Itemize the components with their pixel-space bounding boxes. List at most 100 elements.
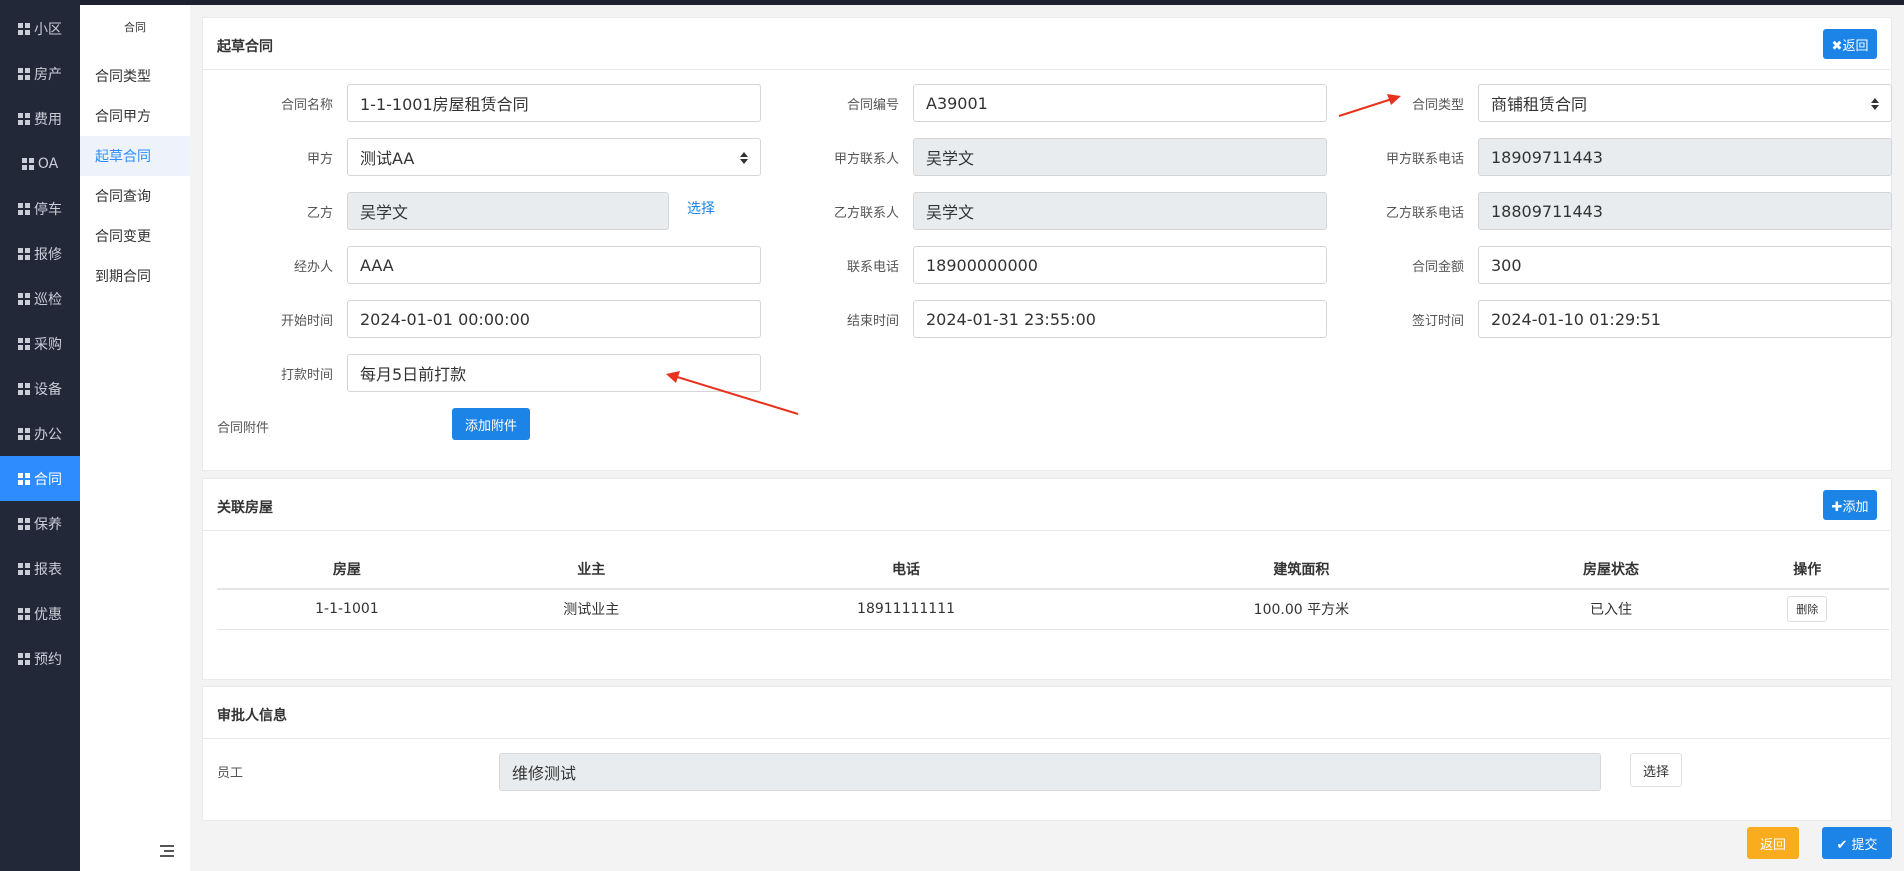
party-b-phone-label: 乙方联系电话 <box>1385 206 1464 221</box>
subnav-item-change[interactable]: 合同变更 <box>80 216 190 256</box>
party-a-select[interactable]: 测试AA <box>347 138 761 176</box>
subnav-item-query[interactable]: 合同查询 <box>80 176 190 216</box>
attachment-label: 合同附件 <box>217 421 270 436</box>
main-sidebar: 小区 房产 费用 OA 停车 报修 巡检 采购 设备 办公 合同 保养 报表 优… <box>0 0 80 871</box>
contract-name-label: 合同名称 <box>280 98 333 113</box>
panel-header: 起草合同 ✖返回 <box>203 18 1891 70</box>
grid-icon <box>18 247 30 260</box>
party-a-phone-label: 甲方联系电话 <box>1385 152 1464 167</box>
grid-icon <box>18 22 30 35</box>
area-cell: 100.00 平方米 <box>1106 589 1497 630</box>
top-bar <box>0 0 1904 5</box>
delete-button[interactable]: 删除 <box>1787 596 1828 623</box>
footer-back-button[interactable]: 返回 <box>1747 827 1799 859</box>
column-header: 电话 <box>705 549 1107 590</box>
panel-title: 审批人信息 <box>217 708 287 724</box>
grid-icon <box>18 607 30 620</box>
nav-item-repair[interactable]: 报修 <box>0 231 80 276</box>
contract-type-select[interactable]: 商铺租赁合同 <box>1478 84 1892 122</box>
grid-icon <box>21 157 34 170</box>
amount-label: 合同金额 <box>1411 260 1464 275</box>
column-header: 建筑面积 <box>1106 549 1497 590</box>
column-header: 房屋 <box>217 549 477 590</box>
nav-item-inspection[interactable]: 巡检 <box>0 276 80 321</box>
grid-icon <box>18 337 30 350</box>
party-b-phone-input: 18809711443 <box>1478 192 1892 230</box>
draft-contract-panel: 起草合同 ✖返回 合同名称 1-1-1001房屋租赁合同 合同编号 A39001… <box>202 17 1892 471</box>
panel-title: 起草合同 <box>217 39 273 55</box>
employee-select-button[interactable]: 选择 <box>1630 753 1682 787</box>
add-attachment-button[interactable]: 添加附件 <box>452 408 530 440</box>
nav-item-oa[interactable]: OA <box>0 141 80 186</box>
nav-item-report[interactable]: 报表 <box>0 546 80 591</box>
party-b-label: 乙方 <box>306 206 333 221</box>
panel-header: 关联房屋 ✚添加 <box>203 479 1891 531</box>
sub-sidebar-title: 合同 <box>124 21 146 34</box>
nav-item-property[interactable]: 房产 <box>0 51 80 96</box>
subnav-item-draft[interactable]: 起草合同 <box>80 136 190 176</box>
grid-icon <box>18 562 30 575</box>
end-time-input[interactable]: 2024-01-31 23:55:00 <box>913 300 1327 338</box>
table-row: 1-1-1001 测试业主 18911111111 100.00 平方米 已入住… <box>217 589 1889 630</box>
nav-item-purchase[interactable]: 采购 <box>0 321 80 366</box>
start-time-label: 开始时间 <box>280 314 333 329</box>
contract-no-input[interactable]: A39001 <box>913 84 1327 122</box>
subnav-item-expired[interactable]: 到期合同 <box>80 256 190 296</box>
party-b-contact-input: 吴学文 <box>913 192 1327 230</box>
nav-item-fee[interactable]: 费用 <box>0 96 80 141</box>
grid-icon <box>18 652 30 665</box>
nav-item-discount[interactable]: 优惠 <box>0 591 80 636</box>
panel-title: 关联房屋 <box>217 500 273 516</box>
submit-button[interactable]: ✔ 提交 <box>1822 827 1892 859</box>
grid-icon <box>18 202 30 215</box>
phone-cell: 18911111111 <box>705 589 1107 630</box>
nav-item-contract[interactable]: 合同 <box>0 456 80 501</box>
related-rooms-panel: 关联房屋 ✚添加 房屋 业主 电话 建筑面积 房屋状态 操作 1-1-1001 … <box>202 478 1892 680</box>
employee-label: 员工 <box>217 766 244 781</box>
action-cell: 删除 <box>1725 589 1889 630</box>
handler-label: 经办人 <box>293 260 333 275</box>
grid-icon <box>18 67 30 80</box>
nav-item-parking[interactable]: 停车 <box>0 186 80 231</box>
nav-item-maintenance[interactable]: 保养 <box>0 501 80 546</box>
phone-input[interactable]: 18900000000 <box>913 246 1327 284</box>
grid-icon <box>18 427 30 440</box>
select-caret-icon <box>1871 98 1879 110</box>
select-caret-icon <box>740 152 748 164</box>
collapse-menu-icon[interactable] <box>160 845 174 857</box>
party-a-phone-input: 18909711443 <box>1478 138 1892 176</box>
grid-icon <box>18 517 30 530</box>
nav-item-equipment[interactable]: 设备 <box>0 366 80 411</box>
table-header-row: 房屋 业主 电话 建筑面积 房屋状态 操作 <box>217 549 1889 590</box>
subnav-item-party-a[interactable]: 合同甲方 <box>80 96 190 136</box>
party-a-contact-label: 甲方联系人 <box>833 152 899 167</box>
phone-label: 联系电话 <box>846 260 899 275</box>
party-b-input: 吴学文 <box>347 192 669 230</box>
contract-name-input[interactable]: 1-1-1001房屋租赁合同 <box>347 84 761 122</box>
nav-item-appointment[interactable]: 预约 <box>0 636 80 681</box>
grid-icon <box>18 112 30 125</box>
end-time-label: 结束时间 <box>846 314 899 329</box>
nav-item-community[interactable]: 小区 <box>0 6 80 51</box>
column-header: 房屋状态 <box>1496 549 1726 590</box>
pay-time-label: 打款时间 <box>280 368 333 383</box>
annotation-arrow-icon <box>666 371 799 415</box>
sub-sidebar: 合同 合同类型 合同甲方 起草合同 合同查询 合同变更 到期合同 <box>80 5 190 871</box>
party-b-select-link[interactable]: 选择 <box>687 198 715 218</box>
contract-no-label: 合同编号 <box>846 98 899 113</box>
back-button[interactable]: ✖返回 <box>1823 29 1877 59</box>
amount-input[interactable]: 300 <box>1478 246 1892 284</box>
sign-time-input[interactable]: 2024-01-10 01:29:51 <box>1478 300 1892 338</box>
column-header: 操作 <box>1725 549 1889 590</box>
column-header: 业主 <box>476 549 706 590</box>
grid-icon <box>18 292 30 305</box>
handler-input[interactable]: AAA <box>347 246 761 284</box>
party-a-contact-input: 吴学文 <box>913 138 1327 176</box>
subnav-item-contract-type[interactable]: 合同类型 <box>80 56 190 96</box>
panel-header: 审批人信息 <box>203 687 1891 739</box>
employee-input: 维修测试 <box>499 753 1601 791</box>
nav-item-office[interactable]: 办公 <box>0 411 80 456</box>
start-time-input[interactable]: 2024-01-01 00:00:00 <box>347 300 761 338</box>
sign-time-label: 签订时间 <box>1411 314 1464 329</box>
add-room-button[interactable]: ✚添加 <box>1823 490 1877 520</box>
